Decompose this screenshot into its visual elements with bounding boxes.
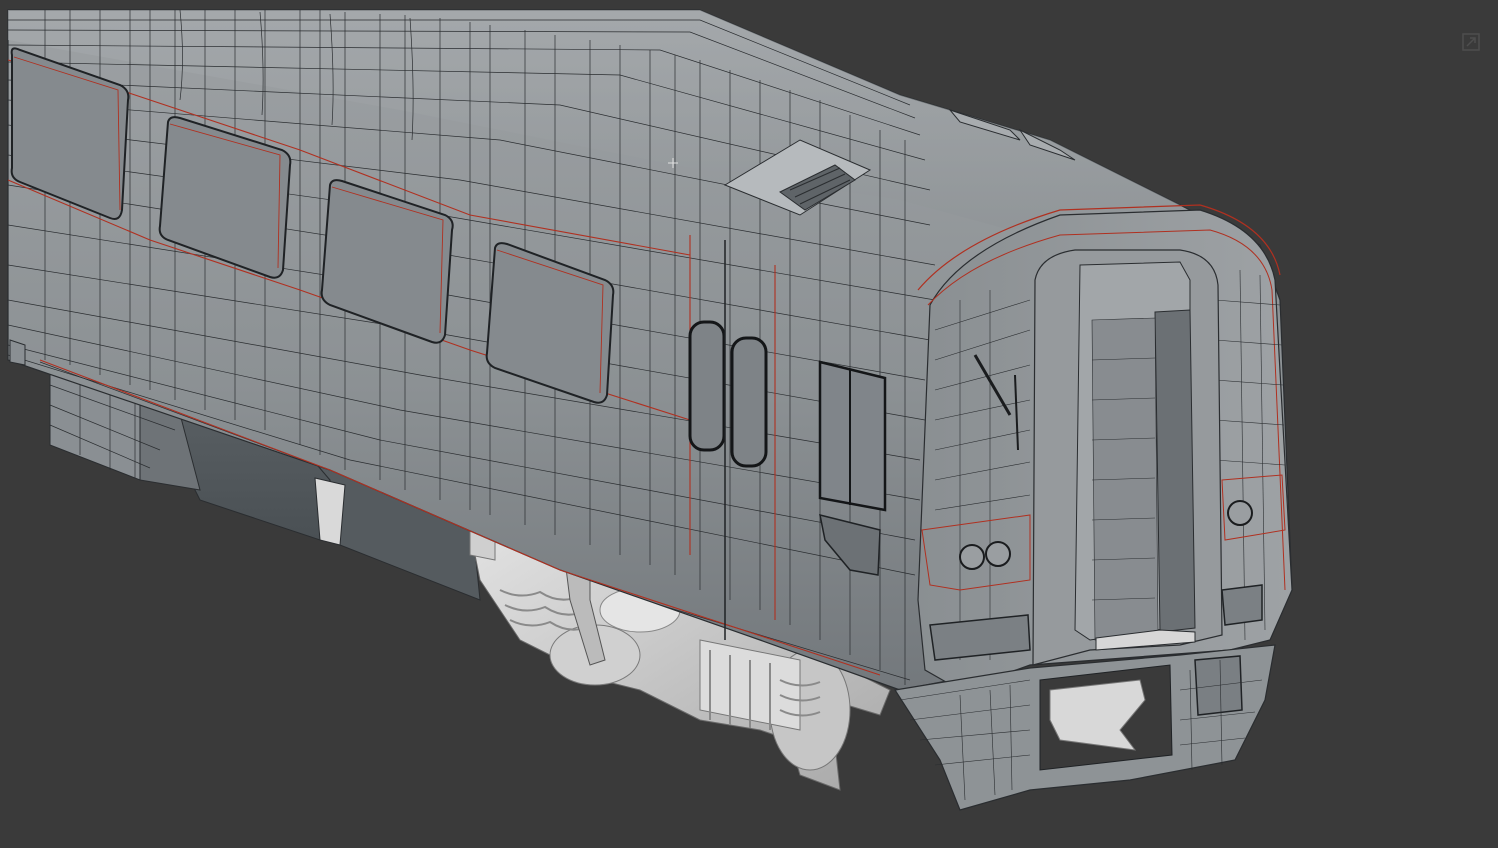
maximize-viewport-icon[interactable] (1462, 33, 1480, 51)
3d-viewport[interactable] (0, 0, 1498, 848)
cab-front (917, 204, 1293, 691)
coupling-stub (9, 339, 26, 366)
train-model[interactable] (0, 0, 1498, 848)
